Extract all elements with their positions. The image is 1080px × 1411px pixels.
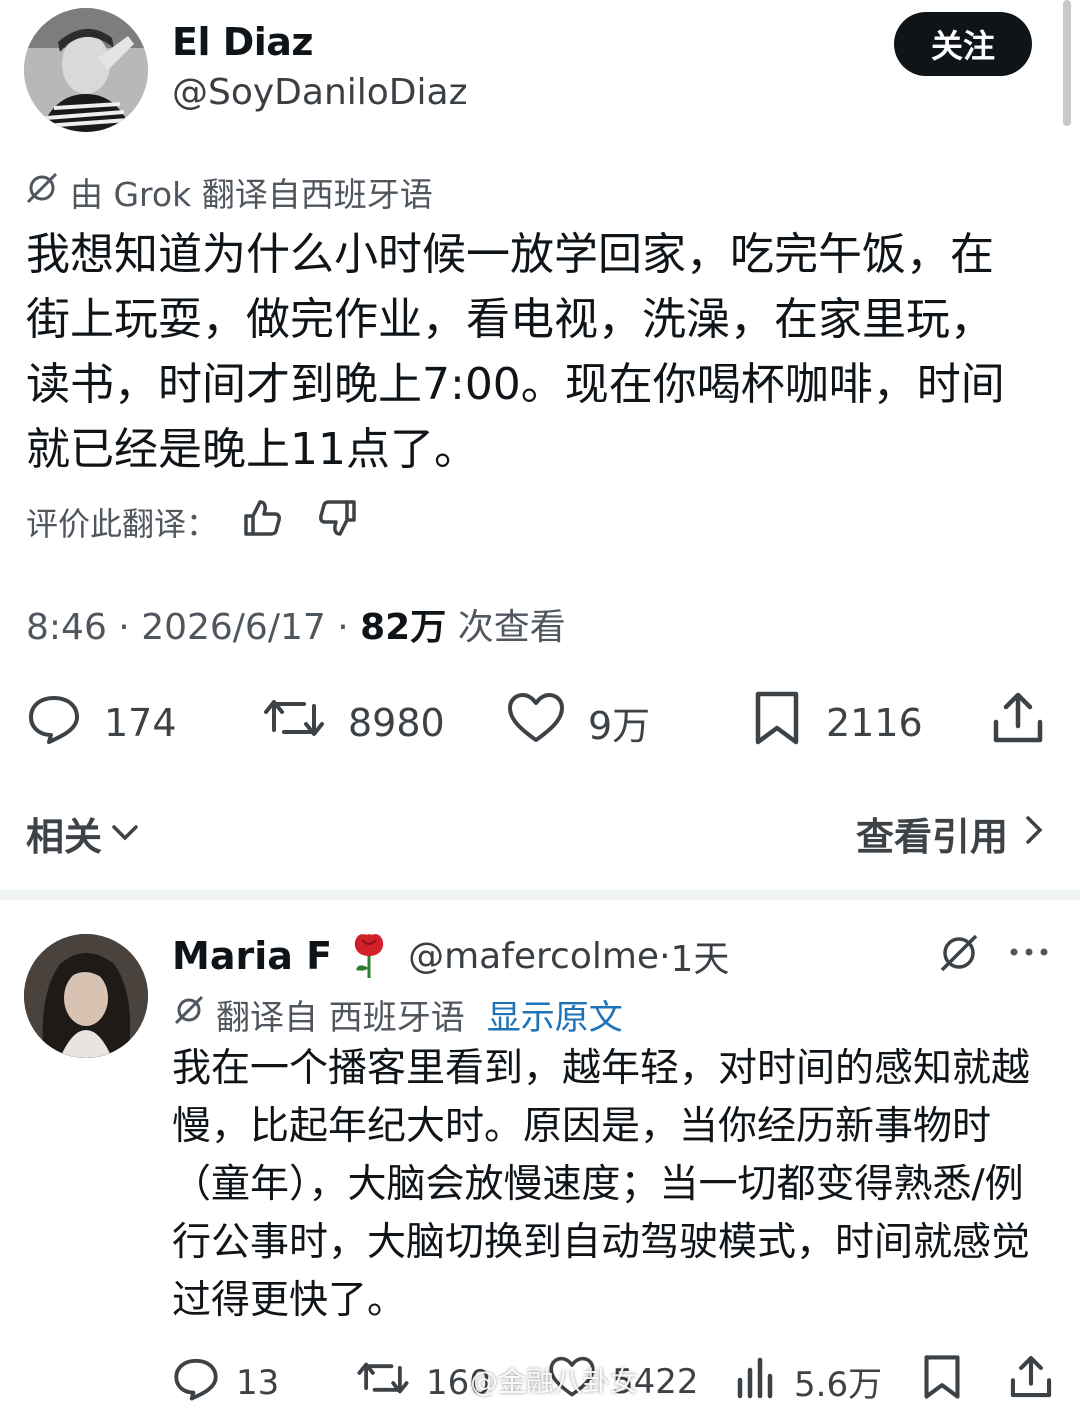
grok-icon[interactable] (936, 930, 982, 980)
heart-icon (506, 690, 566, 755)
chevron-down-icon (110, 812, 140, 856)
rose-icon (344, 928, 394, 984)
watermark: @金融八卦女 (470, 1365, 639, 1398)
like-button[interactable]: 9万 (506, 690, 650, 755)
grok-icon (172, 993, 206, 1036)
scrollbar[interactable] (1063, 0, 1071, 126)
grok-icon (24, 170, 60, 214)
view-quotes-label: 查看引用 (856, 815, 1009, 859)
views-label: 次查看 (457, 607, 566, 648)
bookmark-icon (750, 690, 804, 755)
section-divider (0, 890, 1080, 900)
reply-age[interactable]: 1天 (671, 930, 730, 982)
author-avatar[interactable] (24, 8, 148, 132)
reply-translation-notice: 翻译自 西班牙语 显示原文 (172, 990, 623, 1039)
reply-author-avatar[interactable] (24, 934, 148, 1058)
reply-author-handle[interactable]: @mafercolme (408, 936, 659, 977)
repost-count: 8980 (348, 700, 445, 745)
translation-notice: 由 Grok 翻译自西班牙语 (24, 168, 433, 216)
reply-text: 我在一个播客里看到，越年轻，对时间的感知就越慢，比起年纪大时。原因是，当你经历新… (172, 1046, 1031, 1323)
reply-icon (26, 690, 82, 755)
reply-header: Maria F @mafercolme · 1天 (172, 928, 729, 984)
thumbs-up-icon[interactable] (240, 496, 284, 548)
reply-button[interactable]: 174 (26, 690, 177, 755)
related-label: 相关 (26, 815, 103, 859)
more-options-icon[interactable] (1008, 938, 1052, 970)
bookmark-count: 2116 (826, 700, 923, 745)
chevron-right-icon (1022, 812, 1046, 856)
translation-notice-text: 由 Grok 翻译自西班牙语 (70, 175, 433, 214)
reply-icon (172, 1354, 220, 1411)
rate-translation: 评价此翻译： (26, 496, 360, 548)
reply-reply-count: 13 (236, 1362, 280, 1403)
tweet-text: 我想知道为什么小时候一放学回家，吃完午饭，在街上玩耍，做完作业，看电视，洗澡，在… (26, 229, 1005, 475)
tweet-date[interactable]: 2026/6/17 (141, 607, 326, 648)
related-dropdown[interactable]: 相关 (26, 806, 140, 861)
follow-button[interactable]: 关注 (894, 12, 1032, 76)
share-button[interactable] (990, 690, 1046, 755)
rate-label: 评价此翻译： (26, 505, 219, 543)
author-handle[interactable]: @SoyDaniloDiaz (172, 72, 468, 113)
like-count: 9万 (588, 704, 651, 748)
tweet-meta: 8:46 · 2026/6/17 · 82万 次查看 (26, 607, 566, 648)
view-quotes-link[interactable]: 查看引用 (856, 806, 1046, 861)
views-count: 82万 (360, 607, 447, 648)
reply-translation-label: 翻译自 西班牙语 (216, 998, 465, 1038)
share-icon (990, 690, 1046, 755)
author-name[interactable]: El Diaz (172, 20, 314, 64)
repost-button[interactable]: 8980 (262, 690, 445, 755)
reply-author-name[interactable]: Maria F (172, 934, 332, 978)
tweet-time[interactable]: 8:46 (26, 607, 107, 648)
show-original-link[interactable]: 显示原文 (487, 990, 623, 1039)
repost-icon (262, 690, 326, 755)
repost-icon (356, 1354, 410, 1411)
reply-reply-button[interactable]: 13 (172, 1354, 279, 1411)
reply-count: 174 (104, 700, 177, 745)
thumbs-down-icon[interactable] (316, 496, 360, 548)
bookmark-button[interactable]: 2116 (750, 690, 923, 755)
reply-views-count: 5.6万 (794, 1365, 883, 1405)
